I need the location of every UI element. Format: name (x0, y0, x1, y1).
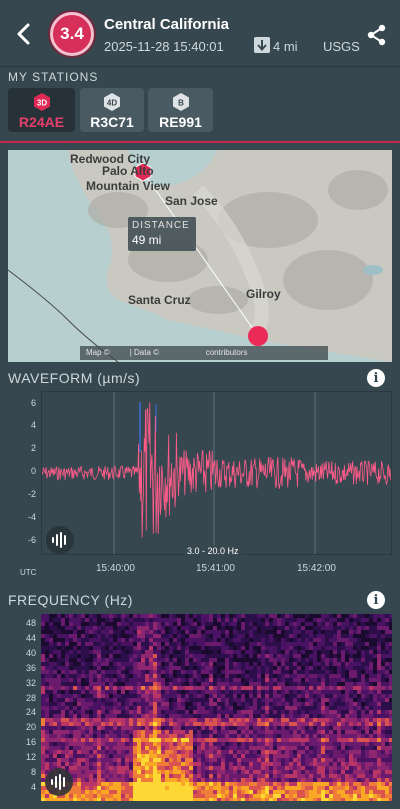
city-label: Mountain View (86, 179, 170, 193)
hexagon-b-icon: B (172, 93, 189, 111)
info-icon[interactable]: i (367, 591, 385, 609)
header-divider (0, 66, 400, 67)
distance-tooltip-label: DISTANCE (132, 220, 190, 231)
frequency-y-tick: 36 (25, 662, 36, 673)
svg-text:4D: 4D (107, 99, 117, 108)
hexagon-3d-icon: 3D (33, 93, 50, 111)
sound-wave-icon[interactable] (46, 526, 74, 554)
city-label: Santa Cruz (128, 293, 191, 307)
waveform-y-tick: -4 (27, 512, 36, 522)
waveform-title: WAVEFORM (µm/s) (8, 370, 141, 386)
sound-wave-icon[interactable] (45, 768, 73, 796)
waveform-y-tick: -6 (27, 535, 36, 545)
spectrogram[interactable] (41, 614, 392, 801)
magnitude-badge: 3.4 (50, 12, 94, 56)
event-source[interactable]: USGS (323, 39, 360, 54)
event-header: 3.4 Central California 2025-11-28 15:40:… (0, 0, 400, 66)
event-datetime: 2025-11-28 15:40:01 (104, 39, 224, 54)
frequency-y-tick: 40 (25, 647, 36, 658)
waveform-trace (41, 392, 391, 554)
arrow-down-icon (254, 37, 270, 53)
frequency-y-tick: 28 (25, 692, 36, 703)
waveform-y-tick: -2 (27, 489, 36, 499)
stations-accent-line (0, 141, 400, 143)
frequency-y-tick: 20 (25, 722, 36, 733)
waveform-y-tick: 4 (30, 420, 36, 430)
station-tab-r24ae[interactable]: 3D R24AE (8, 88, 75, 132)
share-icon[interactable] (367, 24, 387, 46)
svg-text:3D: 3D (36, 99, 46, 108)
stations-label: MY STATIONS (8, 70, 99, 84)
frequency-y-tick: 8 (30, 767, 36, 777)
station-map[interactable]: Redwood City Palo Alto Mountain View San… (8, 150, 392, 362)
frequency-y-tick: 16 (25, 737, 36, 748)
station-code: R3C71 (90, 114, 134, 130)
frequency-y-tick: 32 (25, 677, 36, 688)
waveform-x-tick: 15:42:00 (297, 563, 336, 574)
frequency-y-tick: 12 (25, 752, 36, 763)
frequency-title: FREQUENCY (Hz) (8, 592, 133, 608)
hexagon-4d-icon: 4D (104, 93, 120, 111)
waveform-y-tick: 6 (30, 398, 36, 408)
chevron-left-icon[interactable] (14, 22, 34, 46)
station-code: R24AE (18, 114, 65, 130)
frequency-y-tick: 24 (25, 707, 36, 718)
city-label: Palo Alto (102, 164, 154, 178)
distance-tooltip-value: 49 mi (132, 233, 162, 247)
waveform-x-tick: 15:41:00 (196, 563, 235, 574)
waveform-y-tick: 2 (30, 443, 36, 453)
map-terrain (8, 150, 392, 362)
frequency-y-tick: 44 (25, 632, 36, 643)
waveform-plot[interactable] (41, 391, 392, 555)
waveform-x-tick: 15:40:00 (96, 563, 135, 574)
filter-range: 3.0 - 20.0 Hz (184, 545, 242, 557)
station-tab-re991[interactable]: B RE991 (148, 88, 213, 132)
event-title: Central California (104, 16, 230, 33)
spectrogram-heatmap (41, 614, 392, 801)
station-code: RE991 (159, 114, 202, 130)
station-tab-r3c71[interactable]: 4D R3C71 (80, 88, 144, 132)
city-label: Gilroy (246, 287, 281, 301)
utc-label: UTC (20, 568, 37, 577)
info-icon[interactable]: i (367, 369, 385, 387)
frequency-y-tick: 4 (30, 781, 36, 792)
attribution-link (159, 348, 203, 357)
city-label: San Jose (165, 194, 218, 208)
map-attribution[interactable]: Map © | Data © contributors (80, 346, 328, 360)
frequency-y-tick: 48 (25, 618, 36, 628)
distance-tooltip: DISTANCE 49 mi (128, 217, 196, 251)
attribution-link (110, 348, 128, 357)
waveform-y-tick: 0 (30, 466, 36, 476)
app-root: 3.4 Central California 2025-11-28 15:40:… (0, 0, 400, 809)
svg-text:B: B (178, 99, 184, 108)
event-distance: 4 mi (273, 39, 298, 54)
